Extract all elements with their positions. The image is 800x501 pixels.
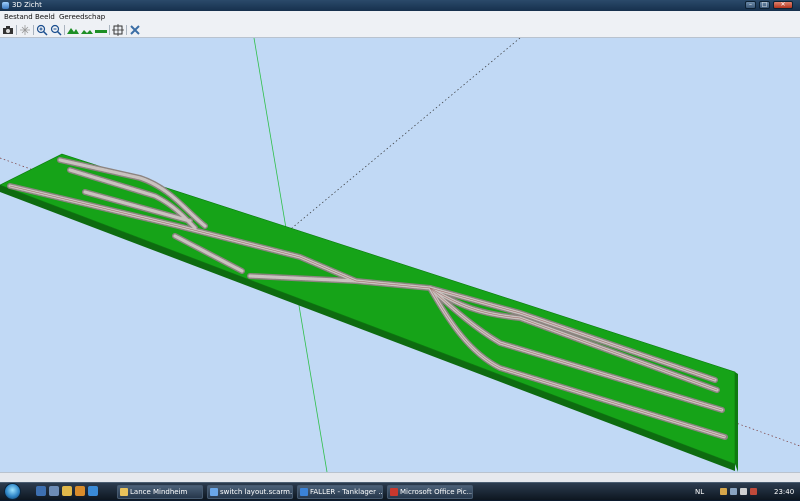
scene-canvas xyxy=(0,38,800,472)
system-tray: NL 23:40 xyxy=(690,483,800,501)
camera-icon[interactable] xyxy=(2,24,14,36)
baseboard-front-face xyxy=(0,185,735,471)
toolbar-separator xyxy=(16,25,17,35)
taskbar-item-label: Lance Mindheim xyxy=(130,488,188,496)
taskbar-item-lance-mindheim[interactable]: Lance Mindheim xyxy=(117,485,203,499)
center-view-icon[interactable] xyxy=(112,24,124,36)
maximize-button[interactable]: □ xyxy=(759,1,770,9)
close-button[interactable]: ✕ xyxy=(773,1,793,9)
status-bar xyxy=(0,472,800,482)
toolbar-separator xyxy=(33,25,34,35)
taskbar-item-label: switch layout.scarm... xyxy=(220,488,293,496)
landscape-flat-icon[interactable] xyxy=(81,24,93,36)
menu-bar: Bestand Beeld Gereedschap xyxy=(0,11,800,22)
language-indicator[interactable]: NL xyxy=(695,488,704,496)
zoom-out-icon[interactable] xyxy=(50,24,62,36)
3d-viewport[interactable] xyxy=(0,38,800,472)
menu-bestand[interactable]: Bestand xyxy=(4,13,33,21)
move-icon[interactable] xyxy=(19,24,31,36)
toolbar-separator xyxy=(126,25,127,35)
scarm-icon xyxy=(210,488,218,496)
title-bar[interactable]: 3D Zicht – □ ✕ xyxy=(0,0,800,11)
menu-beeld[interactable]: Beeld xyxy=(35,13,55,21)
toolbar-separator xyxy=(109,25,110,35)
taskbar-item-label: Microsoft Office Pic... xyxy=(400,488,473,496)
taskbar-item-label: FALLER - Tanklager ... xyxy=(310,488,383,496)
switch-windows-icon[interactable] xyxy=(49,486,59,496)
media-icon[interactable] xyxy=(75,486,85,496)
internet-explorer-icon[interactable] xyxy=(88,486,98,496)
zoom-in-icon[interactable] xyxy=(36,24,48,36)
taskbar-item-office-picture[interactable]: Microsoft Office Pic... xyxy=(387,485,473,499)
landscape-icon[interactable] xyxy=(67,24,79,36)
clock[interactable]: 23:40 xyxy=(774,488,794,496)
start-button[interactable] xyxy=(4,483,21,500)
volume-icon[interactable] xyxy=(740,488,747,495)
internet-explorer-icon xyxy=(300,488,308,496)
menu-gereedschap[interactable]: Gereedschap xyxy=(59,13,105,21)
toolbar-separator xyxy=(64,25,65,35)
tray-app-icon[interactable] xyxy=(720,488,727,495)
taskbar-item-scarm[interactable]: switch layout.scarm... xyxy=(207,485,293,499)
scarm-3d-window: 3D Zicht – □ ✕ Bestand Beeld Gereedschap xyxy=(0,0,800,482)
minimize-button[interactable]: – xyxy=(745,1,756,9)
network-icon[interactable] xyxy=(730,488,737,495)
baseboard-icon[interactable] xyxy=(95,24,107,36)
explorer-icon[interactable] xyxy=(62,486,72,496)
tray-app-icon[interactable] xyxy=(750,488,757,495)
tools-icon[interactable] xyxy=(129,24,141,36)
toolbar xyxy=(0,22,800,38)
window-title: 3D Zicht xyxy=(12,1,42,9)
folder-icon xyxy=(120,488,128,496)
baseboard-side-face xyxy=(735,372,738,472)
show-desktop-icon[interactable] xyxy=(36,486,46,496)
taskbar: Lance Mindheim switch layout.scarm... FA… xyxy=(0,482,800,500)
app-icon xyxy=(2,2,9,9)
taskbar-item-faller[interactable]: FALLER - Tanklager ... xyxy=(297,485,383,499)
office-picture-icon xyxy=(390,488,398,496)
